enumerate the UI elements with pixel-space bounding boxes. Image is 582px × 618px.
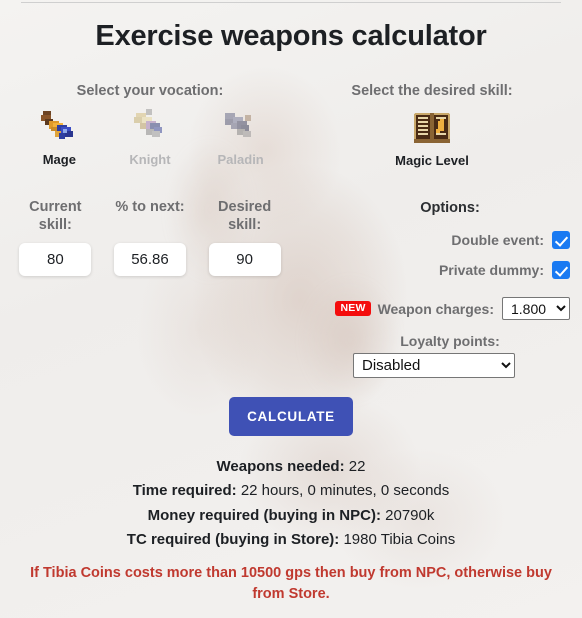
vocation-label-mage: Mage xyxy=(42,152,76,167)
result-label-time-required: Time required: xyxy=(132,482,237,500)
result-value-tc-required: 1980 Tibia Coins xyxy=(343,530,456,548)
skill-selector[interactable]: Magic Level xyxy=(296,105,568,168)
weapon-charges-select[interactable]: 1.800 xyxy=(502,297,570,320)
option-double-event: Double event: xyxy=(320,231,570,249)
result-time-required: Time required: 22 hours, 0 minutes, 0 se… xyxy=(0,479,582,503)
vocation-option-mage[interactable]: Mage xyxy=(19,105,99,167)
field-label-desired-skill: Desired skill: xyxy=(218,199,272,234)
vocation-option-knight[interactable]: Knight xyxy=(110,105,190,167)
paladin-sprite-icon xyxy=(219,105,263,149)
skill-inputs: Current skill: % to next: Desired skill: xyxy=(8,198,292,277)
new-badge: NEW xyxy=(335,300,371,317)
vocation-label-knight: Knight xyxy=(129,152,171,167)
calculate-button[interactable]: CALCULATE xyxy=(229,397,353,436)
purchase-advice-warning: If Tibia Coins costs more than 10500 gps… xyxy=(30,565,552,603)
field-label-percent-to-next: % to next: xyxy=(115,199,185,215)
knight-sprite-icon xyxy=(128,105,172,149)
double-event-checkbox[interactable] xyxy=(552,231,570,249)
field-label-current-skill: Current skill: xyxy=(29,199,82,234)
result-money-required: Money required (buying in NPC): 20790k xyxy=(0,504,582,528)
result-tc-required: TC required (buying in Store): 1980 Tibi… xyxy=(0,528,582,552)
option-private-dummy: Private dummy: xyxy=(320,261,570,279)
top-divider xyxy=(21,2,561,3)
option-weapon-charges: NEW Weapon charges: 1.800 xyxy=(320,297,570,320)
skill-label: Magic Level xyxy=(395,153,469,168)
vocation-label-paladin: Paladin xyxy=(217,152,264,167)
field-desired-skill: Desired skill: xyxy=(201,198,289,277)
desired-skill-input[interactable] xyxy=(208,243,281,277)
option-label-double-event: Double event: xyxy=(451,232,544,248)
vocation-selector: Mage Knight Paladin xyxy=(14,105,286,167)
field-current-skill: Current skill: xyxy=(11,198,99,277)
result-label-tc-required: TC required (buying in Store): xyxy=(126,530,340,548)
result-value-weapons-needed: 22 xyxy=(348,458,366,475)
loyalty-points-wrap: Disabled xyxy=(353,353,515,378)
result-value-time-required: 22 hours, 0 minutes, 0 seconds xyxy=(240,482,450,500)
result-label-money-required: Money required (buying in NPC): xyxy=(147,506,381,524)
option-label-weapon-charges: Weapon charges: xyxy=(377,300,494,317)
mage-sprite-icon xyxy=(37,105,81,149)
loyalty-points-select[interactable]: Disabled xyxy=(353,353,515,378)
field-percent-to-next: % to next: xyxy=(106,198,194,276)
vocation-heading: Select your vocation: xyxy=(76,83,224,99)
calculator-page: Exercise weapons calculator Select your … xyxy=(0,0,582,618)
page-title: Exercise weapons calculator xyxy=(95,20,487,52)
spellbook-icon xyxy=(410,105,454,149)
result-label-weapons-needed: Weapons needed: xyxy=(216,458,345,475)
result-value-money-required: 20790k xyxy=(385,506,435,524)
private-dummy-checkbox[interactable] xyxy=(552,261,570,279)
results-panel: Weapons needed: 22 Time required: 22 hou… xyxy=(0,455,582,552)
loyalty-points-label: Loyalty points: xyxy=(400,333,500,349)
percent-to-next-input[interactable] xyxy=(113,243,186,276)
skill-heading: Select the desired skill: xyxy=(351,83,513,99)
options-title: Options: xyxy=(420,200,480,216)
vocation-option-paladin[interactable]: Paladin xyxy=(201,105,281,167)
result-weapons-needed: Weapons needed: 22 xyxy=(0,455,582,479)
option-label-private-dummy: Private dummy: xyxy=(438,262,544,278)
current-skill-input[interactable] xyxy=(19,243,92,277)
